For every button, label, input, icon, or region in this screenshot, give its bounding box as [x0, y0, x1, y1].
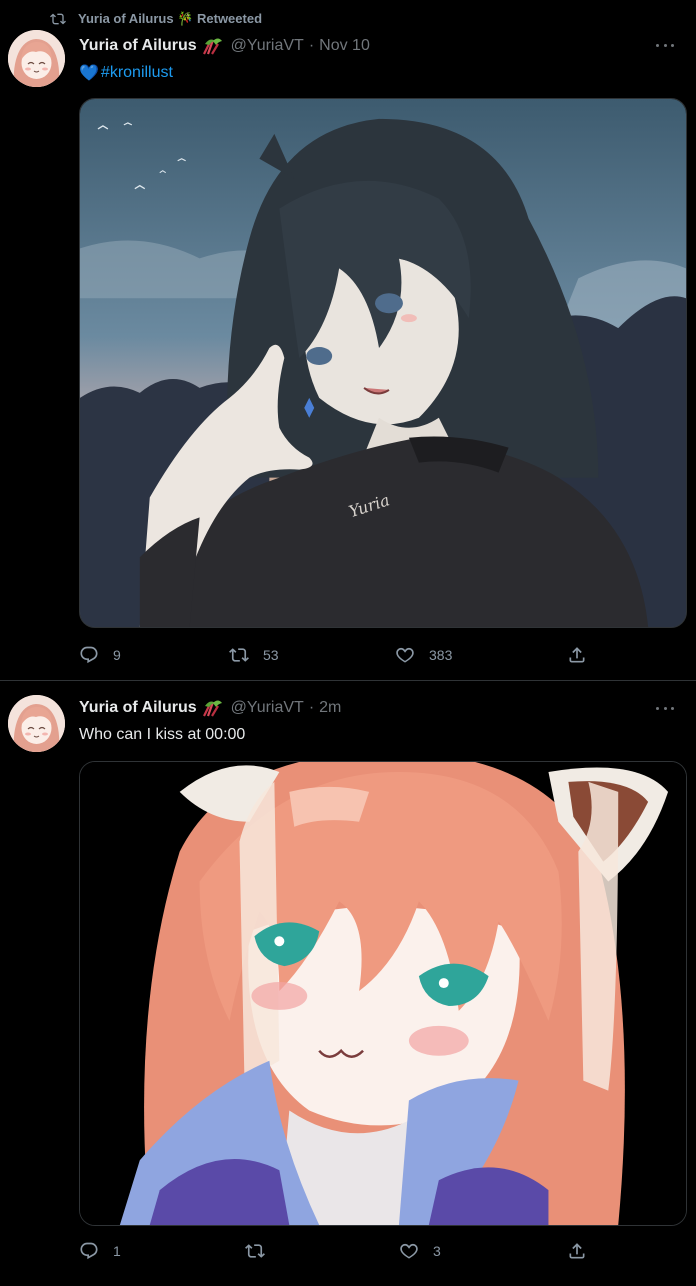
hashtag-link[interactable]: #kronillust — [101, 64, 173, 82]
retweet-icon — [50, 13, 66, 25]
avatar[interactable] — [8, 30, 65, 87]
share-button[interactable] — [567, 1240, 587, 1262]
tweet-actions: 9 53 383 — [79, 644, 599, 666]
avatar[interactable] — [8, 695, 65, 752]
tweet-header: Yuria of Ailurus @YuriaVT · 2m — [79, 697, 341, 719]
illustration-red-panda-girl — [80, 762, 686, 1225]
tweet-text: Who can I kiss at 00:00 — [79, 726, 246, 743]
tweet-timestamp[interactable]: Nov 10 — [319, 37, 370, 55]
heart-icon — [400, 1243, 418, 1259]
retweet-button[interactable]: 53 — [229, 644, 279, 666]
tweet-text: 💙 #kronillust — [79, 62, 173, 84]
tweet[interactable]: Yuria of Ailurus 🎋 Retweeted Yuria of Ai… — [0, 0, 696, 681]
retweet-button[interactable] — [245, 1240, 279, 1262]
heart-icon — [396, 647, 414, 663]
rhubarb-emoji-icon — [202, 700, 222, 717]
reply-count: 9 — [113, 647, 121, 663]
tweet[interactable]: Yuria of Ailurus @YuriaVT · 2m Who can I… — [0, 682, 696, 1286]
avatar-image — [8, 695, 65, 752]
rhubarb-emoji-icon — [202, 38, 222, 55]
author-name[interactable]: Yuria of Ailurus — [79, 37, 197, 55]
tweet-header: Yuria of Ailurus @YuriaVT · Nov 10 — [79, 35, 370, 57]
illustration-dark-hair-girl: Yuria — [80, 99, 686, 627]
author-handle[interactable]: @YuriaVT — [231, 37, 304, 55]
timeline-feed: Yuria of Ailurus 🎋 Retweeted Yuria of Ai… — [0, 0, 696, 1286]
blue-heart-emoji: 💙 — [79, 65, 99, 82]
like-button[interactable]: 3 — [399, 1240, 441, 1262]
tweet-image[interactable] — [79, 761, 687, 1226]
reply-button[interactable]: 1 — [79, 1240, 121, 1262]
reply-icon — [80, 646, 98, 664]
author-handle[interactable]: @YuriaVT — [231, 699, 304, 717]
share-icon — [569, 647, 585, 663]
reply-count: 1 — [113, 1243, 121, 1259]
separator: · — [308, 699, 315, 716]
retweet-icon — [229, 648, 249, 662]
like-button[interactable]: 383 — [395, 644, 452, 666]
tweet-timestamp[interactable]: 2m — [319, 699, 341, 717]
tweet-image[interactable]: Yuria — [79, 98, 687, 628]
retweet-banner-text: Yuria of Ailurus 🎋 Retweeted — [78, 11, 263, 26]
like-count: 383 — [429, 647, 453, 663]
retweet-count: 53 — [263, 647, 279, 663]
author-name[interactable]: Yuria of Ailurus — [79, 699, 197, 717]
avatar-image — [8, 30, 65, 87]
reply-icon — [80, 1242, 98, 1260]
retweet-icon — [245, 1244, 265, 1258]
more-options-icon[interactable] — [656, 703, 674, 713]
more-options-icon[interactable] — [656, 40, 674, 50]
reply-button[interactable]: 9 — [79, 644, 121, 666]
tweet-actions: 1 3 — [79, 1240, 599, 1262]
share-button[interactable] — [567, 644, 587, 666]
separator: · — [308, 37, 315, 54]
retweet-banner[interactable]: Yuria of Ailurus 🎋 Retweeted — [50, 10, 262, 28]
like-count: 3 — [433, 1243, 441, 1259]
share-icon — [569, 1243, 585, 1259]
